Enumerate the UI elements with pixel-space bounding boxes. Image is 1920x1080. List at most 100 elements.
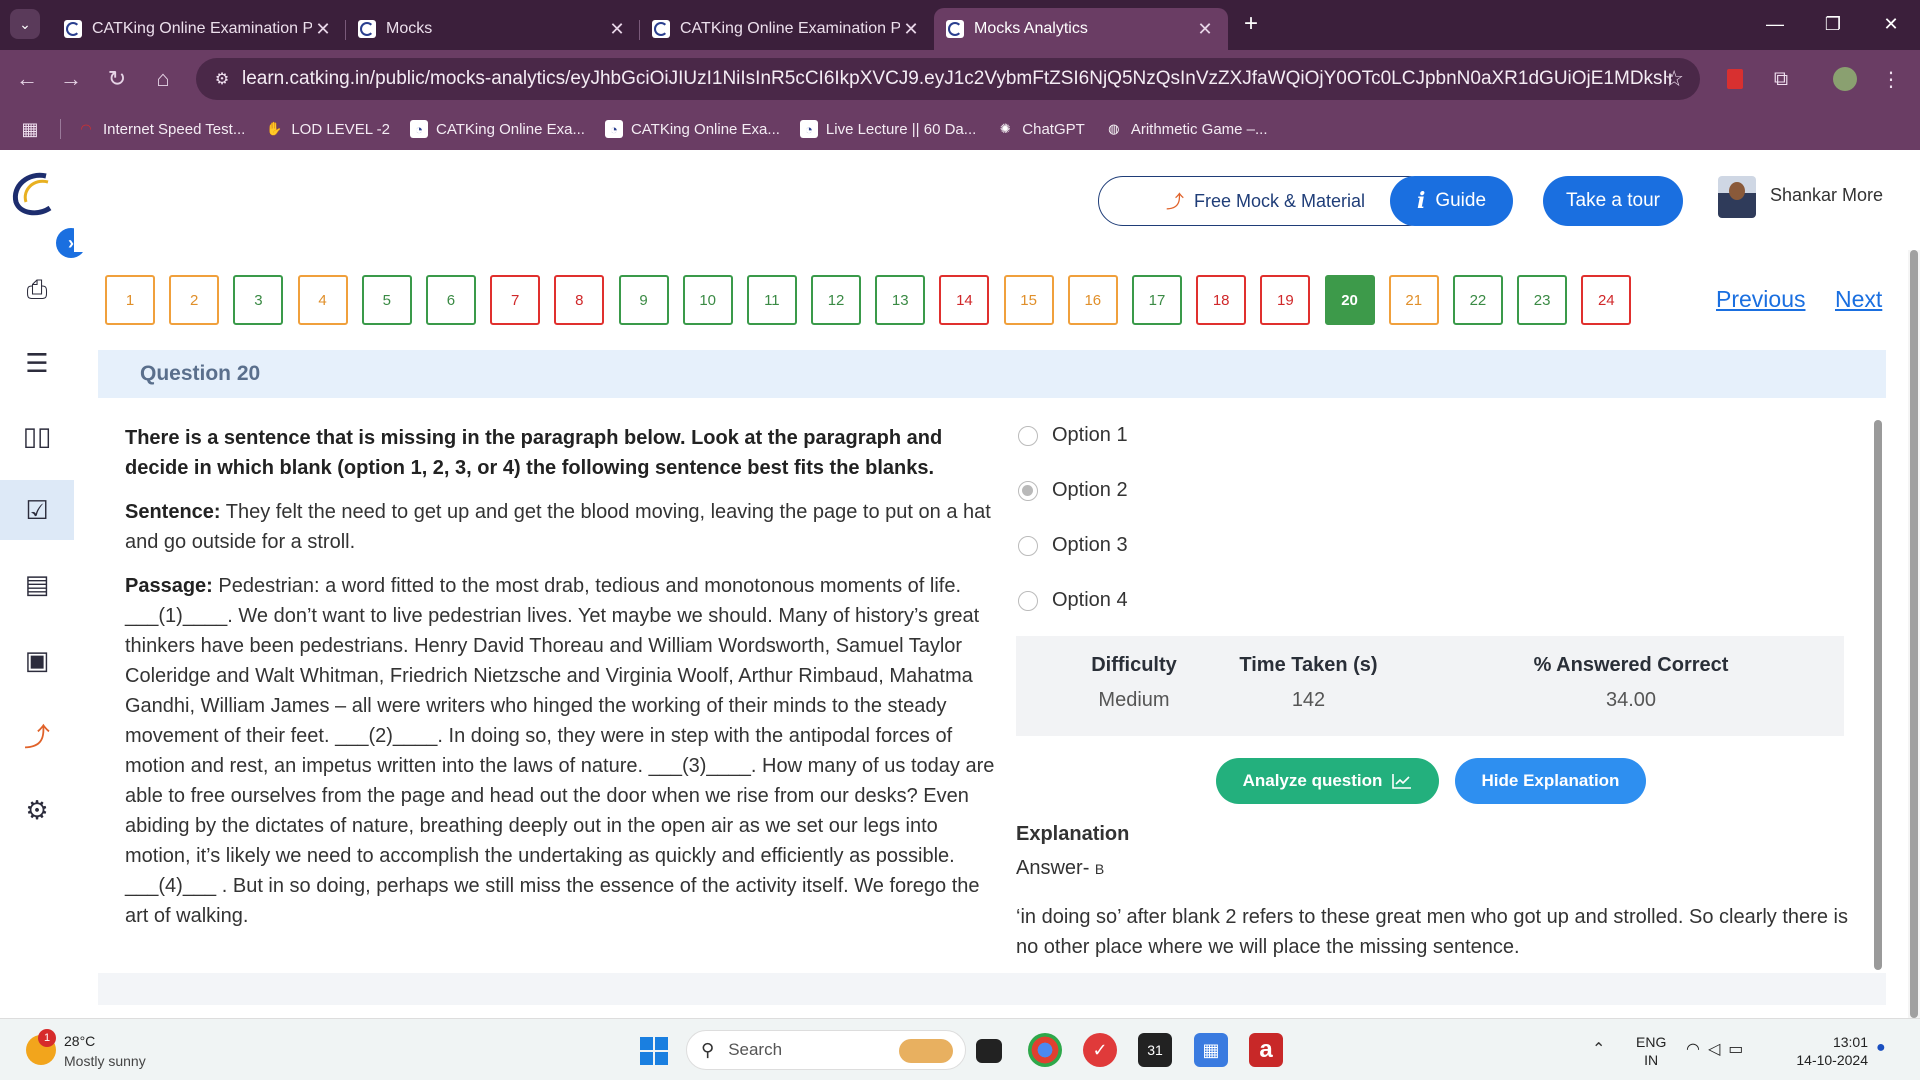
question-nav-item[interactable]: 9 — [618, 275, 669, 325]
question-nav-item[interactable]: 1 — [105, 275, 155, 325]
question-nav-item[interactable]: 10 — [682, 275, 733, 325]
question-nav-item[interactable]: 5 — [361, 275, 412, 325]
list-icon[interactable]: ☰ — [0, 333, 74, 393]
question-nav-item[interactable]: 24 — [1581, 275, 1632, 325]
language-indicator[interactable]: ENG IN — [1636, 1033, 1666, 1069]
app-a-icon[interactable]: a — [1249, 1033, 1283, 1067]
question-nav-item[interactable]: 13 — [875, 275, 926, 325]
option-2[interactable]: Option 2 — [1018, 463, 1128, 518]
catking-logo[interactable] — [8, 168, 58, 218]
bookmark-item[interactable]: ✺ ChatGPT — [996, 120, 1085, 138]
user-name[interactable]: Shankar More — [1770, 185, 1883, 206]
events-icon[interactable]: ⚙ — [0, 780, 74, 840]
home-icon[interactable]: ⌂ — [148, 64, 178, 94]
radio-option-2-selected[interactable] — [1018, 480, 1038, 501]
ebook-icon[interactable]: ▣ — [0, 630, 74, 690]
windows-start-icon[interactable] — [640, 1037, 668, 1065]
browser-tab[interactable]: CATKing Online Examination Pla ✕ — [52, 8, 346, 50]
bookmark-item[interactable]: ◠ Internet Speed Test... — [77, 120, 245, 138]
bookmark-item[interactable]: ◔ CATKing Online Exa... — [604, 120, 780, 138]
apps-grid-icon[interactable]: ▦ — [0, 119, 60, 140]
question-nav-item[interactable]: 22 — [1452, 275, 1503, 325]
bookmark-item[interactable]: ✋ LOD LEVEL -2 — [265, 120, 390, 138]
question-nav-item[interactable]: 7 — [490, 275, 541, 325]
radio-option-4[interactable] — [1018, 590, 1038, 611]
question-nav-item[interactable]: 16 — [1067, 275, 1118, 325]
volume-muted-icon[interactable]: ◁ — [1708, 1041, 1728, 1058]
restore-icon[interactable]: ❐ — [1804, 0, 1862, 48]
question-nav-item[interactable]: 18 — [1196, 275, 1247, 325]
question-nav-item[interactable]: 4 — [297, 275, 348, 325]
question-nav-item[interactable]: 15 — [1003, 275, 1054, 325]
planner-icon[interactable]: ▦ — [1194, 1033, 1228, 1067]
bookmark-star-icon[interactable]: ☆ — [1664, 66, 1684, 92]
forward-icon[interactable]: → — [56, 64, 86, 94]
system-clock[interactable]: 13:01 14-10-2024 — [1774, 1033, 1868, 1069]
question-nav-item[interactable]: 23 — [1517, 275, 1568, 325]
take-a-tour-button[interactable]: Take a tour — [1543, 176, 1683, 226]
chrome-icon[interactable] — [1028, 1033, 1062, 1067]
close-tab-icon[interactable]: ✕ — [900, 19, 922, 40]
notification-bell-icon[interactable]: ● — [1876, 1039, 1886, 1057]
free-mock-material-button[interactable]: ⤴ Free Mock & Material — [1098, 176, 1433, 226]
question-nav-item[interactable]: 12 — [811, 275, 862, 325]
columns-icon[interactable]: ▯▯ — [0, 406, 74, 466]
question-nav-item[interactable]: 3 — [233, 275, 284, 325]
notes-icon[interactable]: ⎙ — [0, 260, 74, 320]
extension-red-icon[interactable] — [1720, 64, 1750, 94]
question-nav-item[interactable]: 6 — [425, 275, 476, 325]
browser-tab[interactable]: Mocks ✕ — [346, 8, 640, 50]
growth-icon[interactable]: ⤴ — [0, 705, 74, 765]
weather-description[interactable]: Mostly sunny — [64, 1053, 146, 1069]
show-hidden-icons-icon[interactable]: ⌃ — [1592, 1039, 1605, 1059]
battery-icon[interactable]: ▭ — [1728, 1041, 1751, 1058]
close-tab-icon[interactable]: ✕ — [1194, 19, 1216, 40]
minimize-icon[interactable]: — — [1746, 0, 1804, 48]
question-nav-item[interactable]: 11 — [746, 275, 797, 325]
question-nav-item[interactable]: 17 — [1132, 275, 1182, 325]
hide-explanation-button[interactable]: Hide Explanation — [1455, 758, 1646, 804]
close-window-icon[interactable]: ✕ — [1862, 0, 1920, 48]
question-nav-item[interactable]: 2 — [169, 275, 220, 325]
weather-temperature[interactable]: 28°C — [64, 1033, 95, 1049]
option-3[interactable]: Option 3 — [1018, 518, 1128, 573]
page-scrollbar[interactable] — [1908, 250, 1920, 1018]
address-bar[interactable]: ⚙ learn.catking.in/public/mocks-analytic… — [196, 58, 1700, 100]
wifi-icon[interactable]: ◠ — [1686, 1041, 1708, 1058]
taskbar-search[interactable]: ⚲ Search — [686, 1030, 966, 1070]
bookmark-item[interactable]: ◔ CATKing Online Exa... — [410, 120, 585, 138]
url-text[interactable]: learn.catking.in/public/mocks-analytics/… — [242, 68, 1672, 90]
extensions-puzzle-icon[interactable]: ⧉ — [1766, 64, 1796, 94]
previous-link[interactable]: Previous — [1716, 286, 1805, 313]
next-link[interactable]: Next — [1835, 286, 1882, 313]
todo-check-icon[interactable]: ✓ — [1083, 1033, 1117, 1067]
task-view-icon[interactable] — [976, 1039, 1002, 1063]
dashboard-icon[interactable]: ▤ — [0, 554, 74, 614]
profile-avatar-icon[interactable] — [1830, 64, 1860, 94]
back-icon[interactable]: ← — [12, 64, 42, 94]
calendar-icon[interactable]: 31 — [1138, 1033, 1172, 1067]
page-scrollbar-thumb[interactable] — [1910, 250, 1918, 1018]
close-tab-icon[interactable]: ✕ — [312, 19, 334, 40]
scrollbar-thumb[interactable] — [1874, 420, 1882, 970]
analyze-question-button[interactable]: Analyze question — [1216, 758, 1439, 804]
question-nav-item[interactable]: 14 — [939, 275, 990, 325]
radio-option-3[interactable] — [1018, 535, 1038, 556]
option-1[interactable]: Option 1 — [1018, 408, 1128, 463]
system-tray[interactable]: ◠◁▭ — [1686, 1039, 1751, 1059]
bookmark-item[interactable]: ◔ Live Lecture || 60 Da... — [799, 120, 976, 138]
browser-menu-icon[interactable]: ⋮ — [1876, 64, 1906, 94]
question-nav-item[interactable]: 8 — [554, 275, 605, 325]
option-4[interactable]: Option 4 — [1018, 573, 1128, 628]
browser-tab-active[interactable]: Mocks Analytics ✕ — [934, 8, 1228, 50]
tab-search-menu-button[interactable]: ⌄ — [10, 9, 40, 39]
question-scrollbar[interactable] — [1873, 398, 1883, 973]
close-tab-icon[interactable]: ✕ — [606, 19, 628, 40]
question-nav-item[interactable]: 21 — [1388, 275, 1439, 325]
avatar[interactable] — [1718, 176, 1756, 218]
reload-icon[interactable]: ↻ — [102, 64, 132, 94]
question-nav-item[interactable]: 19 — [1260, 275, 1311, 325]
site-info-icon[interactable]: ⚙ — [202, 69, 242, 89]
bookmark-item[interactable]: ◍ Arithmetic Game –... — [1105, 120, 1267, 138]
radio-option-1[interactable] — [1018, 425, 1038, 446]
